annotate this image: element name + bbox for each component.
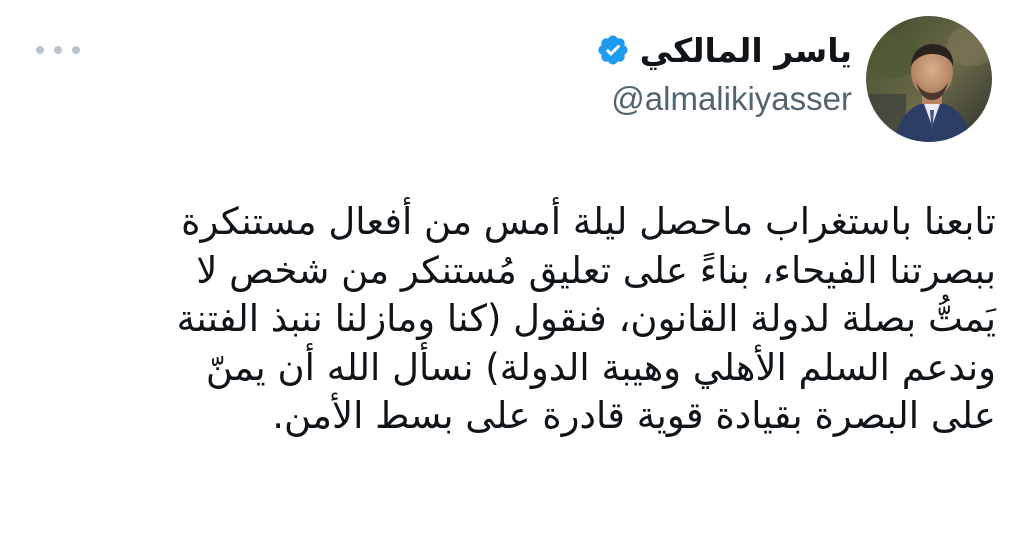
tweet-card: ياسر المالكي @almalikiyasser تابعنا باست… bbox=[0, 0, 1024, 544]
verified-badge-icon bbox=[598, 35, 628, 65]
tweet-text-line: وندعم السلم الأهلي وهيبة الدولة) نسأل ال… bbox=[205, 345, 996, 389]
tweet-text-line: ببصرتنا الفيحاء، بناءً على تعليق مُستنكر… bbox=[196, 248, 996, 292]
tweet-text-line: يَمتُّ بصلة لدولة القانون، فنقول (كنا وم… bbox=[176, 297, 996, 340]
author-display-name[interactable]: ياسر المالكي bbox=[640, 31, 852, 70]
tweet-text-line: تابعنا باستغراب ماحصل ليلة أمس من أفعال … bbox=[181, 200, 996, 243]
profile-photo bbox=[866, 16, 992, 142]
more-options-button[interactable] bbox=[36, 40, 80, 60]
tweet-text-line: على البصرة بقيادة قوية قادرة على بسط الأ… bbox=[272, 394, 996, 437]
name-row: ياسر المالكي bbox=[596, 24, 852, 76]
author-header: ياسر المالكي @almalikiyasser bbox=[596, 24, 852, 118]
more-dot bbox=[54, 46, 62, 54]
tweet-text: تابعنا باستغراب ماحصل ليلة أمس من أفعال … bbox=[46, 198, 996, 441]
more-dot bbox=[72, 46, 80, 54]
more-dot bbox=[36, 46, 44, 54]
author-handle[interactable]: @almalikiyasser bbox=[611, 80, 852, 118]
avatar[interactable] bbox=[866, 16, 992, 142]
